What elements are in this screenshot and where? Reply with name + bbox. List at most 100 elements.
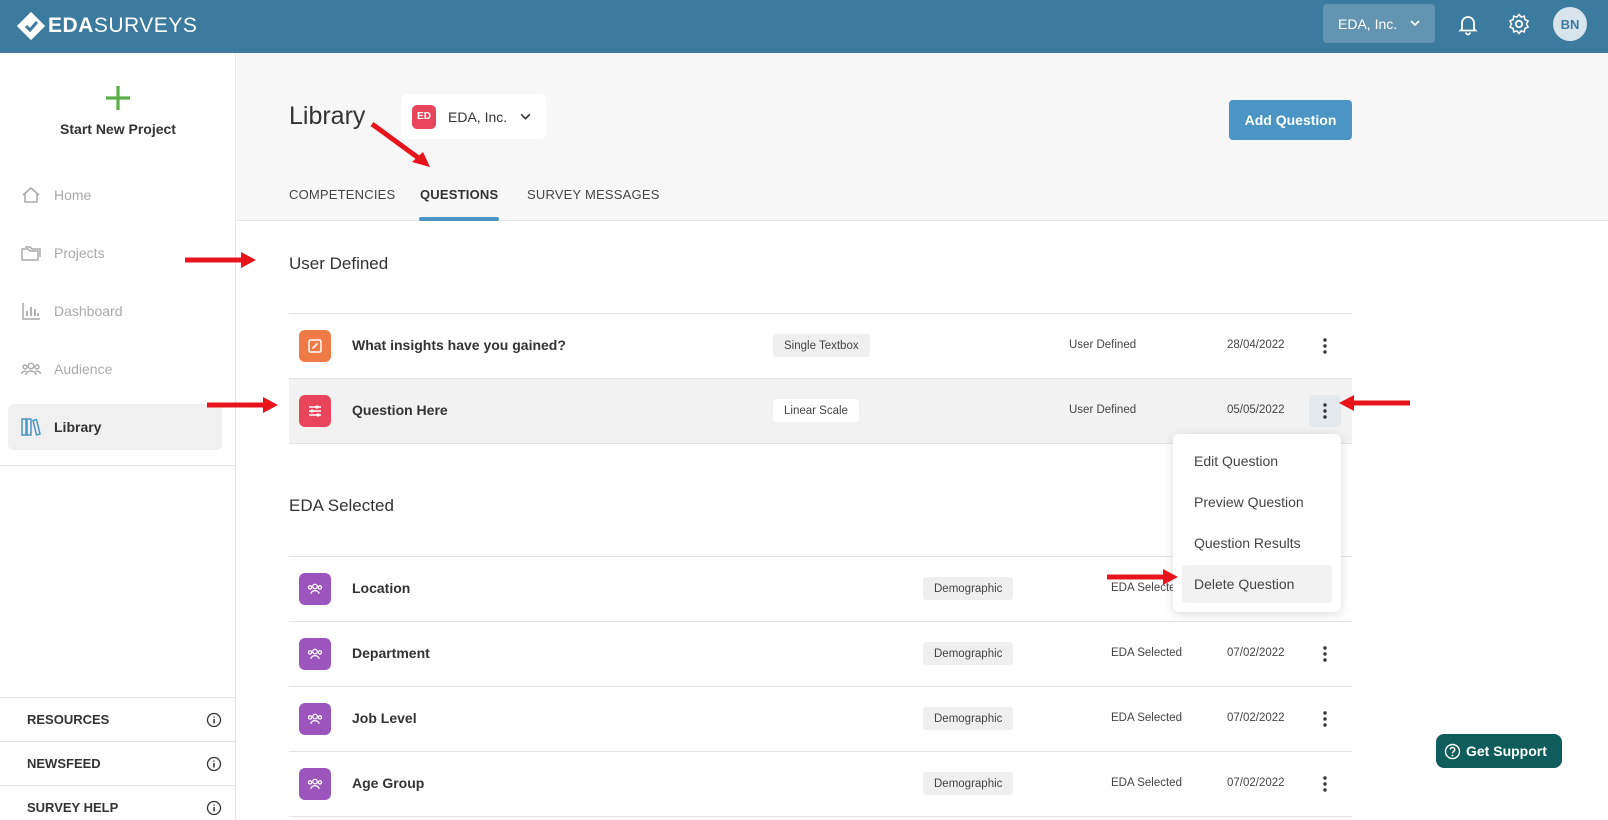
org-switcher-label: EDA, Inc. — [1338, 15, 1398, 32]
table-row[interactable]: What insights have you gained? Single Te… — [289, 314, 1352, 378]
row-actions-button[interactable] — [1309, 768, 1341, 800]
question-source: EDA Selected — [1111, 647, 1182, 659]
annotation-arrow-icon — [370, 121, 430, 167]
org-switcher[interactable]: EDA, Inc. — [1323, 4, 1435, 43]
gear-icon[interactable] — [1507, 12, 1531, 36]
logo-mark-icon — [16, 11, 46, 41]
info-icon[interactable] — [206, 712, 222, 728]
add-question-button[interactable]: Add Question — [1229, 100, 1352, 140]
row-actions-button[interactable] — [1309, 330, 1341, 362]
books-icon — [21, 418, 41, 436]
question-type-tag: Demographic — [923, 642, 1014, 665]
sidebar-item-label: Library — [54, 419, 102, 435]
table-row[interactable]: Job Level Demographic EDA Selected 07/02… — [289, 687, 1352, 751]
sidebar-footer-survey-help[interactable]: SURVEY HELP — [0, 785, 236, 820]
tab-competencies[interactable]: COMPETENCIES — [289, 187, 395, 202]
annotation-arrow-icon — [1107, 569, 1178, 585]
section-title-eda-selected: EDA Selected — [289, 496, 394, 515]
annotation-arrow-icon — [185, 252, 256, 268]
row-divider — [289, 816, 1352, 817]
bar-chart-icon — [22, 303, 40, 320]
more-vertical-icon — [1323, 711, 1327, 727]
info-icon[interactable] — [206, 756, 222, 772]
question-source: EDA Selected — [1111, 777, 1182, 789]
help-icon — [1444, 743, 1461, 759]
people-icon — [307, 713, 323, 725]
question-source: User Defined — [1069, 404, 1137, 416]
sidebar-item-label: Audience — [54, 361, 113, 377]
bell-icon[interactable] — [1456, 12, 1480, 36]
question-type-badge — [299, 703, 331, 735]
question-title[interactable]: What insights have you gained? — [352, 337, 566, 353]
people-icon — [307, 583, 323, 595]
table-row[interactable]: Age Group Demographic EDA Selected 07/02… — [289, 752, 1352, 816]
question-date: 28/04/2022 — [1227, 339, 1285, 351]
sliders-icon — [309, 405, 321, 417]
sidebar-item-label: Projects — [54, 245, 105, 261]
people-icon — [307, 648, 323, 660]
row-actions-button[interactable] — [1309, 703, 1341, 735]
start-new-project-label: Start New Project — [60, 121, 176, 137]
active-tab-indicator — [419, 217, 499, 221]
sidebar-item-dashboard[interactable]: Dashboard — [8, 288, 222, 334]
question-type-tag: Linear Scale — [773, 399, 859, 422]
more-vertical-icon — [1323, 338, 1327, 354]
annotation-arrow-icon — [207, 397, 278, 413]
question-type-badge — [299, 768, 331, 800]
sidebar-item-label: Home — [54, 187, 92, 203]
question-type-badge — [299, 638, 331, 670]
table-row[interactable]: Department Demographic EDA Selected 07/0… — [289, 622, 1352, 686]
section-title-user-defined: User Defined — [289, 254, 389, 273]
sidebar-footer-label: RESOURCES — [27, 712, 110, 727]
folders-icon — [21, 246, 41, 261]
question-title[interactable]: Job Level — [352, 710, 417, 726]
chevron-down-icon — [520, 113, 531, 120]
sidebar-item-home[interactable]: Home — [8, 172, 222, 218]
menu-item-preview-question[interactable]: Preview Question — [1182, 483, 1332, 521]
tab-survey-messages[interactable]: SURVEY MESSAGES — [527, 187, 660, 202]
menu-item-delete-question[interactable]: Delete Question — [1182, 565, 1332, 603]
question-actions-menu: Edit Question Preview Question Question … — [1173, 434, 1341, 612]
more-vertical-icon — [1323, 403, 1327, 419]
question-date: 07/02/2022 — [1227, 647, 1285, 659]
question-type-tag: Demographic — [923, 707, 1014, 730]
sidebar-footer-resources[interactable]: RESOURCES — [0, 697, 236, 741]
app-logo[interactable]: EDASURVEYS — [16, 8, 197, 44]
question-type-badge — [299, 395, 331, 427]
question-type-badge — [299, 573, 331, 605]
sidebar-footer-label: SURVEY HELP — [27, 800, 119, 815]
info-icon[interactable] — [206, 800, 222, 816]
page-title: Library — [289, 102, 366, 130]
sidebar: Start New Project Home Projects Dashboar… — [0, 53, 236, 820]
sidebar-footer-newsfeed[interactable]: NEWSFEED — [0, 741, 236, 785]
question-type-tag: Demographic — [923, 772, 1014, 795]
row-actions-button[interactable] — [1309, 638, 1341, 670]
menu-item-edit-question[interactable]: Edit Question — [1182, 442, 1332, 480]
start-new-project-button[interactable]: Start New Project — [0, 83, 236, 137]
question-date: 05/05/2022 — [1227, 404, 1285, 416]
more-vertical-icon — [1323, 646, 1327, 662]
question-source: EDA Selected — [1111, 712, 1182, 724]
question-title[interactable]: Age Group — [352, 775, 424, 791]
home-icon — [22, 187, 40, 203]
annotation-arrow-icon — [1339, 395, 1410, 411]
question-date: 07/02/2022 — [1227, 777, 1285, 789]
sidebar-divider — [0, 465, 236, 466]
sidebar-footer-label: NEWSFEED — [27, 756, 101, 771]
top-bar: EDASURVEYS EDA, Inc. BN — [0, 0, 1608, 53]
tab-questions[interactable]: QUESTIONS — [420, 187, 498, 202]
question-source: User Defined — [1069, 339, 1137, 351]
chevron-down-icon — [1410, 20, 1420, 27]
question-type-badge — [299, 330, 331, 362]
user-avatar[interactable]: BN — [1553, 7, 1587, 41]
question-title[interactable]: Location — [352, 580, 410, 596]
logo-text: EDASURVEYS — [48, 14, 198, 37]
sidebar-item-library[interactable]: Library — [8, 404, 222, 450]
menu-item-question-results[interactable]: Question Results — [1182, 524, 1332, 562]
question-title[interactable]: Question Here — [352, 402, 448, 418]
get-support-button[interactable]: Get Support — [1436, 734, 1562, 768]
sidebar-item-audience[interactable]: Audience — [8, 346, 222, 392]
get-support-label: Get Support — [1466, 743, 1547, 759]
question-title[interactable]: Department — [352, 645, 430, 661]
library-org-name: EDA, Inc. — [448, 108, 508, 125]
